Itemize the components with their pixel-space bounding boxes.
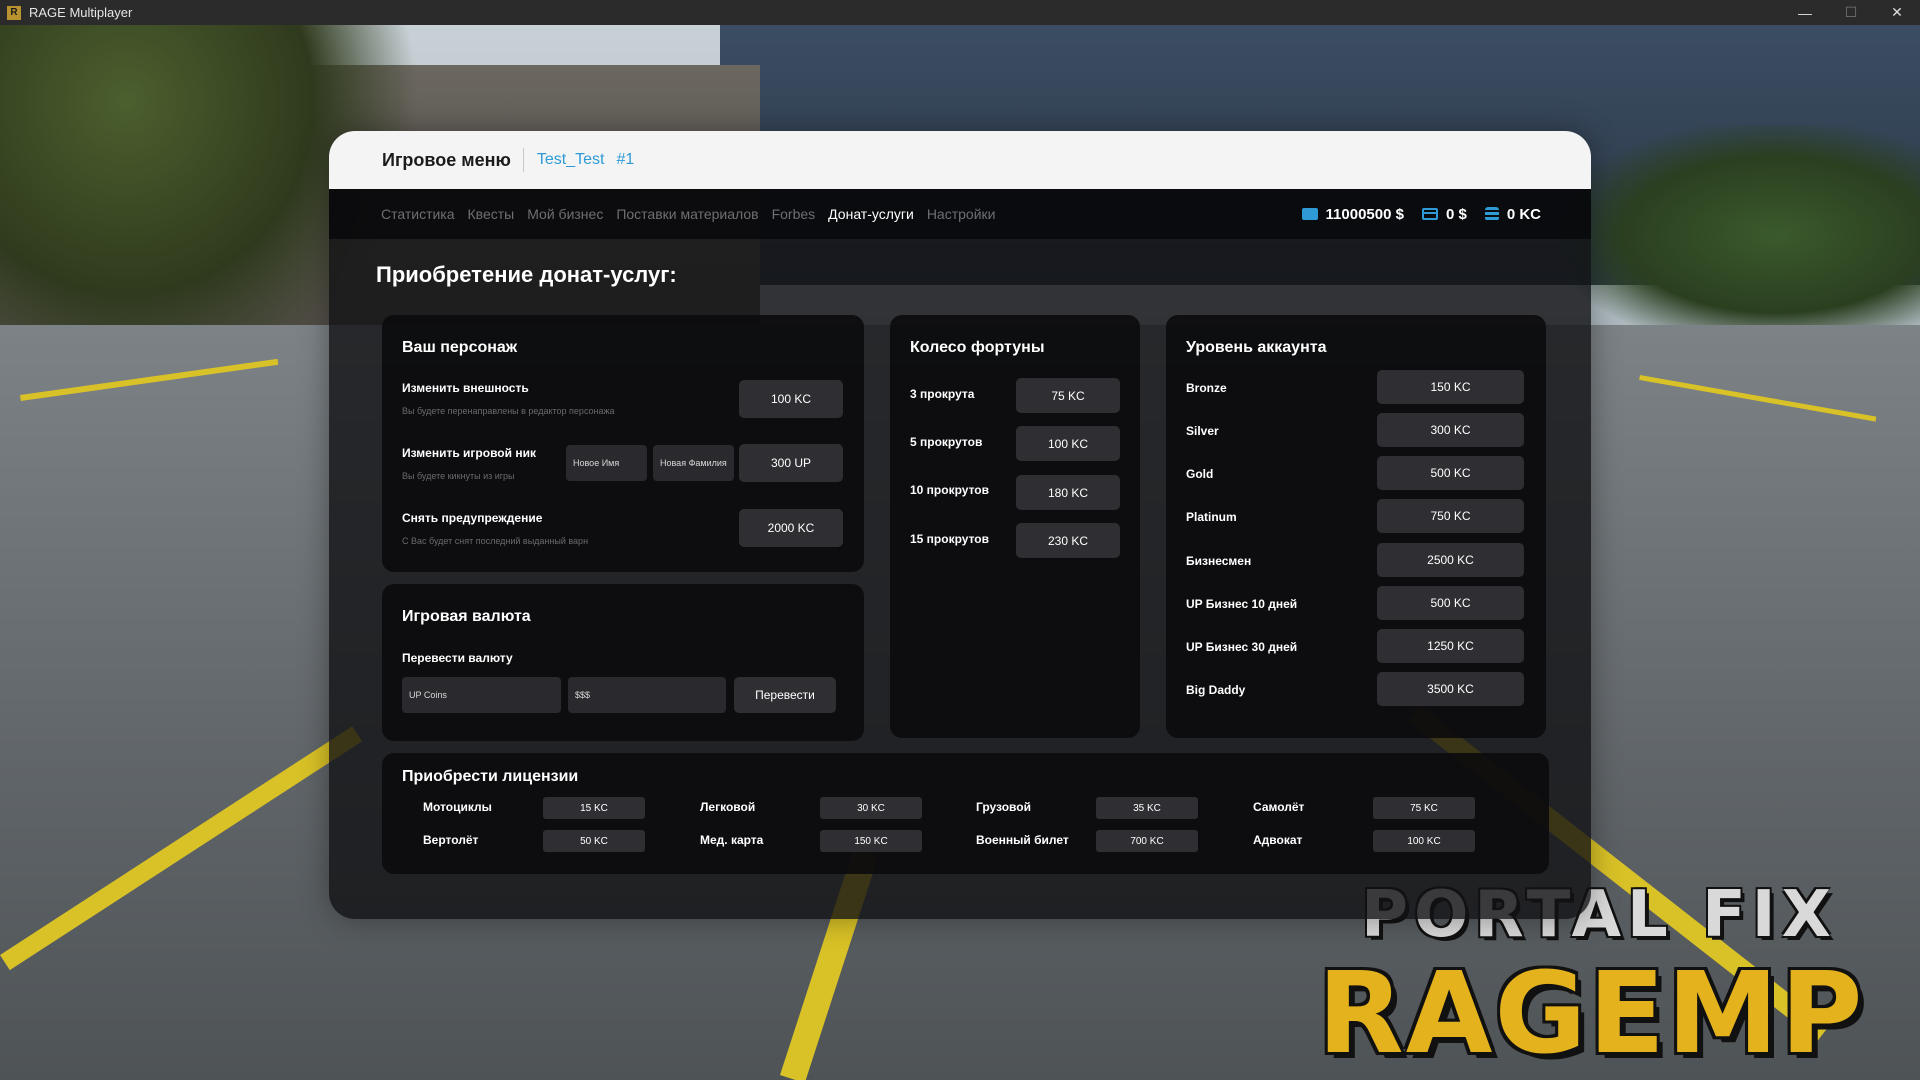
coins-balance-value: 0 KC bbox=[1506, 205, 1541, 223]
window-title: RAGE Multiplayer bbox=[29, 5, 133, 20]
bank-balance-value: 0 $ bbox=[1445, 205, 1467, 223]
tab-forbes[interactable]: Forbes bbox=[772, 206, 816, 222]
licenses-card-title: Приобрести лицензии bbox=[402, 768, 579, 785]
license-truck-label: Грузовой bbox=[976, 800, 1031, 814]
minimize-button[interactable]: — bbox=[1782, 0, 1828, 25]
tab-settings[interactable]: Настройки bbox=[927, 206, 996, 222]
license-military-id-label: Военный билет bbox=[976, 833, 1069, 847]
balances: 11000500 $ 0 $ 0 KC bbox=[1284, 206, 1541, 223]
account-gold-button[interactable]: 500 KC bbox=[1377, 456, 1524, 490]
game-menu-window: Игровое меню Test_Test #1 Статистика Кве… bbox=[329, 131, 1591, 919]
change-nickname-sub: Вы будете кикнуты из игры bbox=[402, 471, 515, 481]
remove-warning-label: Снять предупреждение bbox=[402, 511, 543, 525]
cash-balance: 11000500 $ bbox=[1301, 205, 1404, 223]
license-car-label: Легковой bbox=[700, 800, 756, 814]
window-controls: — ☐ ✕ bbox=[1782, 0, 1920, 25]
coins-icon bbox=[1484, 207, 1499, 221]
tab-statistics[interactable]: Статистика bbox=[381, 206, 455, 222]
wheel-3-spins-button[interactable]: 75 KC bbox=[1016, 378, 1120, 413]
account-businessman-label: Бизнесмен bbox=[1186, 554, 1252, 568]
tab-material-supplies[interactable]: Поставки материалов bbox=[616, 206, 758, 222]
fortune-wheel-card: Колесо фортуны 3 прокрута 75 KC 5 прокру… bbox=[890, 315, 1140, 738]
tab-quests[interactable]: Квесты bbox=[468, 206, 515, 222]
bank-card-icon bbox=[1421, 208, 1438, 220]
account-up-business-10-label: UP Бизнес 10 дней bbox=[1186, 597, 1298, 611]
account-big-daddy-label: Big Daddy bbox=[1186, 683, 1246, 697]
page-title: Приобретение донат-услуг: bbox=[376, 262, 677, 287]
bank-balance: 0 $ bbox=[1421, 205, 1467, 223]
up-coins-input[interactable] bbox=[402, 677, 561, 713]
player-id: #1 bbox=[616, 151, 635, 168]
currency-card-title: Игровая валюта bbox=[402, 608, 531, 625]
wallet-icon bbox=[1301, 208, 1318, 220]
license-military-id-button[interactable]: 700 KC bbox=[1096, 830, 1198, 852]
wheel-5-spins-label: 5 прокрутов bbox=[910, 435, 983, 449]
transfer-button[interactable]: Перевести bbox=[734, 677, 836, 713]
watermark-bottom: RAGEMP bbox=[1317, 949, 1865, 1079]
licenses-card: Приобрести лицензии Мотоциклы 15 KC Легк… bbox=[382, 753, 1549, 874]
change-appearance-button[interactable]: 100 KC bbox=[739, 380, 843, 418]
account-level-card: Уровень аккаунта Bronze 150 KC Silver 30… bbox=[1166, 315, 1546, 738]
maximize-button[interactable]: ☐ bbox=[1828, 0, 1874, 25]
license-motorcycle-label: Мотоциклы bbox=[423, 800, 492, 814]
account-level-card-title: Уровень аккаунта bbox=[1186, 339, 1327, 356]
account-bronze-button[interactable]: 150 KC bbox=[1377, 370, 1524, 404]
cash-balance-value: 11000500 $ bbox=[1325, 205, 1404, 223]
license-truck-button[interactable]: 35 KC bbox=[1096, 797, 1198, 819]
account-silver-button[interactable]: 300 KC bbox=[1377, 413, 1524, 447]
remove-warning-sub: С Вас будет снят последний выданный варн bbox=[402, 536, 589, 546]
license-helicopter-label: Вертолёт bbox=[423, 833, 479, 847]
account-up-business-30-button[interactable]: 1250 KC bbox=[1377, 629, 1524, 663]
coins-balance: 0 KC bbox=[1484, 205, 1541, 223]
license-helicopter-button[interactable]: 50 KC bbox=[543, 830, 645, 852]
tab-my-business[interactable]: Мой бизнес bbox=[527, 206, 603, 222]
currency-transfer-label: Перевести валюту bbox=[402, 651, 513, 665]
wheel-3-spins-label: 3 прокрута bbox=[910, 387, 975, 401]
account-up-business-10-button[interactable]: 500 KC bbox=[1377, 586, 1524, 620]
account-up-business-30-label: UP Бизнес 30 дней bbox=[1186, 640, 1298, 654]
wheel-5-spins-button[interactable]: 100 KC bbox=[1016, 426, 1120, 461]
dollars-input[interactable] bbox=[568, 677, 726, 713]
wheel-10-spins-button[interactable]: 180 KC bbox=[1016, 475, 1120, 510]
account-silver-label: Silver bbox=[1186, 424, 1219, 438]
wheel-15-spins-label: 15 прокрутов bbox=[910, 532, 990, 546]
new-last-name-input[interactable] bbox=[653, 445, 734, 481]
change-nickname-label: Изменить игровой ник bbox=[402, 446, 536, 460]
license-plane-button[interactable]: 75 KC bbox=[1373, 797, 1475, 819]
close-button[interactable]: ✕ bbox=[1874, 0, 1920, 25]
player-name: Test_Test bbox=[536, 151, 605, 168]
header-divider bbox=[522, 148, 524, 172]
scene-trees bbox=[1560, 125, 1920, 345]
license-motorcycle-button[interactable]: 15 KC bbox=[543, 797, 645, 819]
wheel-10-spins-label: 10 прокрутов bbox=[910, 483, 990, 497]
character-card: Ваш персонаж Изменить внешность Вы будет… bbox=[382, 315, 864, 572]
menu-nav: Статистика Квесты Мой бизнес Поставки ма… bbox=[329, 189, 1591, 239]
account-gold-label: Gold bbox=[1186, 467, 1214, 481]
license-car-button[interactable]: 30 KC bbox=[820, 797, 922, 819]
change-nickname-button[interactable]: 300 UP bbox=[739, 444, 843, 482]
account-platinum-label: Platinum bbox=[1186, 510, 1237, 524]
change-appearance-label: Изменить внешность bbox=[402, 381, 529, 395]
account-platinum-button[interactable]: 750 KC bbox=[1377, 499, 1524, 533]
change-appearance-sub: Вы будете перенаправлены в редактор перс… bbox=[402, 406, 615, 416]
rage-app-icon: R bbox=[7, 5, 21, 20]
license-lawyer-label: Адвокат bbox=[1253, 833, 1303, 847]
account-big-daddy-button[interactable]: 3500 KC bbox=[1377, 672, 1524, 706]
new-first-name-input[interactable] bbox=[566, 445, 647, 481]
account-bronze-label: Bronze bbox=[1186, 381, 1227, 395]
license-plane-label: Самолёт bbox=[1253, 800, 1305, 814]
currency-card: Игровая валюта Перевести валюту Перевест… bbox=[382, 584, 864, 741]
window-titlebar: R RAGE Multiplayer — ☐ ✕ bbox=[0, 0, 1920, 25]
license-medical-card-button[interactable]: 150 KC bbox=[820, 830, 922, 852]
fortune-wheel-card-title: Колесо фортуны bbox=[910, 339, 1045, 356]
character-card-title: Ваш персонаж bbox=[402, 339, 518, 356]
remove-warning-button[interactable]: 2000 KC bbox=[739, 509, 843, 547]
wheel-15-spins-button[interactable]: 230 KC bbox=[1016, 523, 1120, 558]
license-lawyer-button[interactable]: 100 KC bbox=[1373, 830, 1475, 852]
menu-header: Игровое меню Test_Test #1 bbox=[329, 131, 1591, 189]
license-medical-card-label: Мед. карта bbox=[700, 833, 764, 847]
tab-donate-services[interactable]: Донат-услуги bbox=[828, 206, 914, 222]
account-businessman-button[interactable]: 2500 KC bbox=[1377, 543, 1524, 577]
menu-title: Игровое меню bbox=[382, 149, 511, 170]
